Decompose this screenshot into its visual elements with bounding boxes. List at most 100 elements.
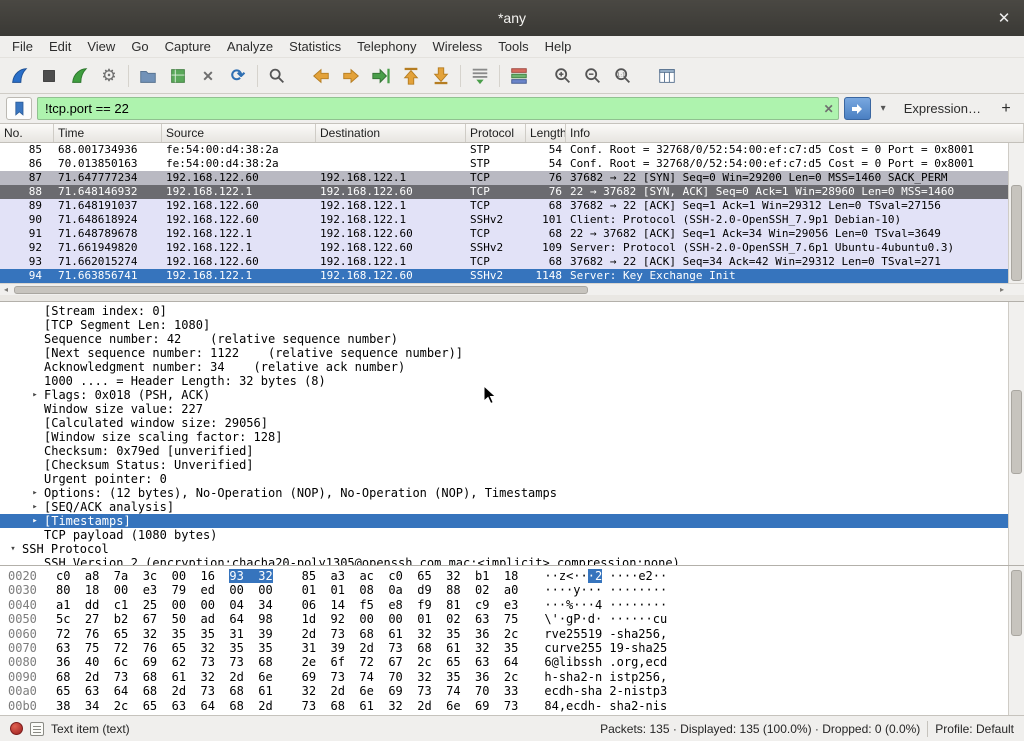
expander-icon[interactable]: ▸ — [26, 486, 44, 500]
menu-tools[interactable]: Tools — [490, 37, 536, 56]
open-file-button[interactable] — [133, 62, 163, 90]
expert-info-icon[interactable] — [10, 722, 23, 735]
packet-row-93[interactable]: 9371.662015274192.168.122.60192.168.122.… — [0, 255, 1024, 269]
hex-row[interactable]: 003080 18 00 e3 79 ed 00 00 01 01 08 0a … — [0, 583, 1024, 597]
filter-dropdown-button[interactable]: ▾ — [876, 97, 891, 120]
profile-label[interactable]: Profile: Default — [935, 722, 1014, 736]
hex-row[interactable]: 00b038 34 2c 65 63 64 68 2d 73 68 61 32 … — [0, 699, 1024, 713]
restart-capture-button[interactable] — [64, 62, 94, 90]
detail-line[interactable]: SSH Version 2 (encryption:chacha20-poly1… — [0, 556, 1024, 565]
menu-capture[interactable]: Capture — [157, 37, 219, 56]
detail-line[interactable]: Acknowledgment number: 34 (relative ack … — [0, 360, 1024, 374]
find-packet-button[interactable] — [262, 62, 292, 90]
menu-view[interactable]: View — [79, 37, 123, 56]
detail-line[interactable]: Urgent pointer: 0 — [0, 472, 1024, 486]
hex-row[interactable]: 009068 2d 73 68 61 32 2d 6e 69 73 74 70 … — [0, 670, 1024, 684]
add-filter-button[interactable]: + — [994, 97, 1018, 120]
packet-row-86[interactable]: 8670.013850163fe:54:00:d4:38:2aSTP54Conf… — [0, 157, 1024, 171]
apply-filter-button[interactable] — [844, 97, 871, 120]
save-file-button[interactable] — [163, 62, 193, 90]
detail-line-seqack[interactable]: ▸[SEQ/ACK analysis] — [0, 500, 1024, 514]
clear-filter-icon[interactable]: ✕ — [824, 102, 834, 116]
first-packet-button[interactable] — [396, 62, 426, 90]
hex-row[interactable]: 00505c 27 b2 67 50 ad 64 98 1d 92 00 00 … — [0, 612, 1024, 626]
col-header-length[interactable]: Length — [526, 124, 566, 142]
hex-row[interactable]: 007063 75 72 76 65 32 35 35 31 39 2d 73 … — [0, 641, 1024, 655]
hex-row[interactable]: 0040a1 dd c1 25 00 00 04 34 06 14 f5 e8 … — [0, 598, 1024, 612]
hex-row[interactable]: 008036 40 6c 69 62 73 73 68 2e 6f 72 67 … — [0, 655, 1024, 669]
close-icon[interactable]: ✕ — [994, 8, 1014, 28]
packet-row-87[interactable]: 8771.647777234192.168.122.60192.168.122.… — [0, 171, 1024, 185]
reload-button[interactable]: ⟳ — [223, 62, 253, 90]
resize-columns-button[interactable] — [652, 62, 682, 90]
packet-row-85[interactable]: 8568.001734936fe:54:00:d4:38:2aSTP54Conf… — [0, 143, 1024, 157]
colorize-button[interactable] — [504, 62, 534, 90]
packet-row-91[interactable]: 9171.648789678192.168.122.1192.168.122.6… — [0, 227, 1024, 241]
detail-line[interactable]: Checksum: 0x79ed [unverified] — [0, 444, 1024, 458]
detail-line[interactable]: [Window size scaling factor: 128] — [0, 430, 1024, 444]
filter-bookmark-button[interactable] — [6, 97, 32, 120]
hex-row[interactable]: 006072 76 65 32 35 35 31 39 2d 73 68 61 … — [0, 627, 1024, 641]
details-vscrollbar[interactable] — [1008, 302, 1024, 565]
zoom-in-button[interactable] — [548, 62, 578, 90]
col-header-destination[interactable]: Destination — [316, 124, 466, 142]
menu-analyze[interactable]: Analyze — [219, 37, 281, 56]
col-header-no[interactable]: No. — [0, 124, 54, 142]
hex-vscrollbar[interactable] — [1008, 566, 1024, 715]
last-packet-button[interactable] — [426, 62, 456, 90]
expander-icon[interactable]: ▸ — [26, 514, 44, 528]
packet-row-89[interactable]: 8971.648191037192.168.122.60192.168.122.… — [0, 199, 1024, 213]
zoom-out-button[interactable] — [578, 62, 608, 90]
detail-line-options[interactable]: ▸Options: (12 bytes), No-Operation (NOP)… — [0, 486, 1024, 500]
detail-line[interactable]: TCP payload (1080 bytes) — [0, 528, 1024, 542]
menu-telephony[interactable]: Telephony — [349, 37, 424, 56]
detail-line-timestamps-selected[interactable]: ▸[Timestamps] — [0, 514, 1024, 528]
capture-options-button[interactable]: ⚙ — [94, 62, 124, 90]
menu-edit[interactable]: Edit — [41, 37, 79, 56]
packet-row-88[interactable]: 8871.648146932192.168.122.1192.168.122.6… — [0, 185, 1024, 199]
auto-scroll-button[interactable] — [465, 62, 495, 90]
go-to-packet-button[interactable] — [366, 62, 396, 90]
hex-row[interactable]: 00a065 63 64 68 2d 73 68 61 32 2d 6e 69 … — [0, 684, 1024, 698]
col-header-info[interactable]: Info — [566, 124, 1024, 142]
packet-list-vscrollbar[interactable] — [1008, 143, 1024, 283]
menu-file[interactable]: File — [4, 37, 41, 56]
hscroll-thumb[interactable] — [14, 286, 588, 294]
go-forward-button[interactable] — [336, 62, 366, 90]
menu-help[interactable]: Help — [537, 37, 580, 56]
menu-statistics[interactable]: Statistics — [281, 37, 349, 56]
menu-wireless[interactable]: Wireless — [424, 37, 490, 56]
scroll-left-icon[interactable]: ◂ — [0, 284, 12, 295]
detail-line[interactable]: [TCP Segment Len: 1080] — [0, 318, 1024, 332]
detail-line[interactable]: [Calculated window size: 29056] — [0, 416, 1024, 430]
expander-icon[interactable]: ▾ — [4, 542, 22, 556]
expander-icon[interactable]: ▸ — [26, 500, 44, 514]
detail-line[interactable]: [Stream index: 0] — [0, 304, 1024, 318]
go-back-button[interactable] — [306, 62, 336, 90]
detail-line[interactable]: Sequence number: 42 (relative sequence n… — [0, 332, 1024, 346]
vscroll-thumb[interactable] — [1011, 390, 1022, 474]
col-header-source[interactable]: Source — [162, 124, 316, 142]
col-header-protocol[interactable]: Protocol — [466, 124, 526, 142]
close-file-button[interactable]: ✕ — [193, 62, 223, 90]
detail-line[interactable]: 1000 .... = Header Length: 32 bytes (8) — [0, 374, 1024, 388]
packet-row-94-selected[interactable]: 9471.663856741192.168.122.1192.168.122.6… — [0, 269, 1024, 283]
detail-line[interactable]: [Checksum Status: Unverified] — [0, 458, 1024, 472]
packet-row-90[interactable]: 9071.648618924192.168.122.60192.168.122.… — [0, 213, 1024, 227]
display-filter-input[interactable] — [37, 97, 839, 120]
packet-row-92[interactable]: 9271.661949820192.168.122.1192.168.122.6… — [0, 241, 1024, 255]
col-header-time[interactable]: Time — [54, 124, 162, 142]
start-capture-button[interactable] — [4, 62, 34, 90]
hex-row[interactable]: 0020c0 a8 7a 3c 00 16 93 32 85 a3 ac c0 … — [0, 569, 1024, 583]
menu-go[interactable]: Go — [123, 37, 156, 56]
expander-icon[interactable]: ▸ — [26, 388, 44, 402]
scroll-right-icon[interactable]: ▸ — [996, 284, 1008, 295]
detail-line-flags[interactable]: ▸Flags: 0x018 (PSH, ACK) — [0, 388, 1024, 402]
detail-line[interactable]: Window size value: 227 — [0, 402, 1024, 416]
detail-line-ssh-protocol[interactable]: ▾SSH Protocol — [0, 542, 1024, 556]
stop-capture-button[interactable] — [34, 62, 64, 90]
zoom-original-button[interactable]: 1:1 — [608, 62, 638, 90]
detail-line[interactable]: [Next sequence number: 1122 (relative se… — [0, 346, 1024, 360]
packet-list-hscrollbar[interactable]: ◂ ▸ — [0, 283, 1024, 295]
expression-button[interactable]: Expression… — [896, 101, 989, 116]
